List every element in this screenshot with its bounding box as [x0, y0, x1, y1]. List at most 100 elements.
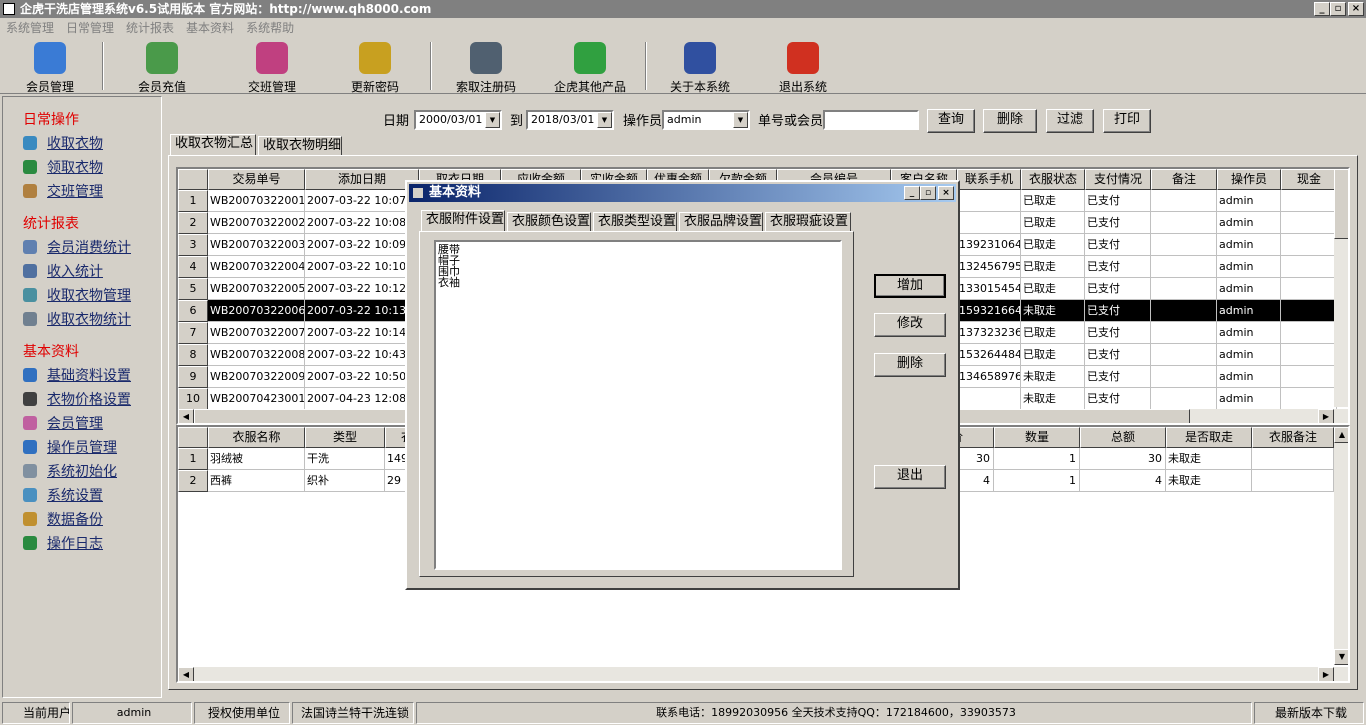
sidebar-item-member-stats[interactable]: 会员消费统计 — [23, 237, 131, 257]
table-cell[interactable]: 15932166489 — [957, 300, 1021, 322]
table-cell[interactable]: WB20070322009 — [208, 366, 305, 388]
table-cell[interactable]: admin — [1217, 344, 1281, 366]
tab-color-settings[interactable]: 衣服颜色设置 — [507, 212, 591, 232]
table-cell[interactable]: WB20070322001 — [208, 190, 305, 212]
table-cell[interactable]: admin — [1217, 256, 1281, 278]
table-cell[interactable]: 已支付 — [1085, 322, 1151, 344]
table-cell[interactable] — [1281, 256, 1337, 278]
table-cell[interactable]: 13923106449 — [957, 234, 1021, 256]
sidebar-item-shift[interactable]: 交班管理 — [23, 181, 103, 201]
operator-select[interactable]: admin ▼ — [662, 110, 750, 130]
table-cell[interactable] — [1151, 366, 1217, 388]
table-cell[interactable] — [1151, 344, 1217, 366]
table-cell[interactable]: WB20070322003 — [208, 234, 305, 256]
tab-type-settings[interactable]: 衣服类型设置 — [593, 212, 677, 232]
table-cell[interactable]: 已取走 — [1021, 322, 1085, 344]
table-cell[interactable]: 2007-03-22 10:13:38 — [305, 300, 419, 322]
dialog-exit-button[interactable]: 退出 — [874, 465, 946, 489]
details-hscroll[interactable]: ◀ ▶ — [178, 667, 1348, 681]
tab-accessory-settings[interactable]: 衣服附件设置 — [421, 210, 505, 232]
menu-help[interactable]: 系统帮助 — [246, 21, 294, 35]
list-item[interactable]: 衣袖 — [438, 277, 460, 288]
table-cell[interactable]: 已取走 — [1021, 212, 1085, 234]
scroll-right-icon[interactable]: ▶ — [1318, 667, 1334, 681]
table-cell[interactable]: 已取走 — [1021, 278, 1085, 300]
table-cell[interactable]: 2007-03-22 10:14:19 — [305, 322, 419, 344]
table-cell[interactable]: 已支付 — [1085, 344, 1151, 366]
table-cell[interactable]: 已支付 — [1085, 190, 1151, 212]
dialog-close-button[interactable]: × — [938, 186, 954, 200]
sidebar-item-system-settings[interactable]: 系统设置 — [23, 485, 103, 505]
minimize-button[interactable]: _ — [1314, 2, 1330, 16]
table-cell[interactable]: 已支付 — [1085, 300, 1151, 322]
table-cell[interactable]: WB20070322008 — [208, 344, 305, 366]
table-cell[interactable]: 已取走 — [1021, 234, 1085, 256]
table-cell[interactable]: WB20070322006 — [208, 300, 305, 322]
toolbar-products-button[interactable]: 企虎其他产品 — [548, 40, 632, 94]
filter-button[interactable]: 过滤 — [1046, 109, 1094, 133]
sidebar-item-system-init[interactable]: 系统初始化 — [23, 461, 117, 481]
table-cell[interactable] — [1151, 300, 1217, 322]
table-cell[interactable]: admin — [1217, 190, 1281, 212]
sidebar-item-operator-manage[interactable]: 操作员管理 — [23, 437, 117, 457]
table-cell[interactable] — [1151, 190, 1217, 212]
row-header[interactable]: 1 — [178, 190, 208, 212]
tab-defect-settings[interactable]: 衣服瑕疵设置 — [765, 212, 851, 232]
row-header[interactable]: 2 — [178, 470, 208, 492]
table-cell[interactable]: 羽绒被 — [208, 448, 305, 470]
table-cell[interactable]: 30 — [1080, 448, 1166, 470]
column-header[interactable]: 数量 — [994, 427, 1080, 448]
column-header[interactable]: 支付情况 — [1085, 169, 1151, 190]
row-header[interactable]: 2 — [178, 212, 208, 234]
table-cell[interactable] — [1151, 322, 1217, 344]
table-cell[interactable]: WB20070423001 — [208, 388, 305, 410]
column-header[interactable]: 现金 — [1281, 169, 1337, 190]
table-cell[interactable]: 13465897610 — [957, 366, 1021, 388]
date-to-picker[interactable]: 2018/03/01 ▼ — [526, 110, 614, 130]
table-cell[interactable]: 13301545456 — [957, 278, 1021, 300]
sidebar-item-price-settings[interactable]: 衣物价格设置 — [23, 389, 131, 409]
sidebar-item-income-stats[interactable]: 收入统计 — [23, 261, 103, 281]
table-cell[interactable]: 2007-03-22 10:50:07 — [305, 366, 419, 388]
table-cell[interactable]: admin — [1217, 322, 1281, 344]
table-cell[interactable]: 织补 — [305, 470, 385, 492]
accessory-list[interactable]: 腰带 帽子 围巾 衣袖 — [434, 240, 842, 570]
table-cell[interactable]: 未取走 — [1021, 300, 1085, 322]
dialog-maximize-button[interactable]: ▫ — [920, 186, 936, 200]
table-cell[interactable]: 2007-04-23 12:08:40 — [305, 388, 419, 410]
table-cell[interactable]: 2007-03-22 10:09:28 — [305, 234, 419, 256]
table-cell[interactable]: admin — [1217, 388, 1281, 410]
table-cell[interactable]: WB20070322002 — [208, 212, 305, 234]
date-from-picker[interactable]: 2000/03/01 ▼ — [414, 110, 502, 130]
print-button[interactable]: 打印 — [1103, 109, 1151, 133]
table-cell[interactable]: 已取走 — [1021, 256, 1085, 278]
menu-reports[interactable]: 统计报表 — [126, 21, 174, 35]
column-header[interactable]: 类型 — [305, 427, 385, 448]
column-header[interactable]: 衣服名称 — [208, 427, 305, 448]
sidebar-item-clothes-stats[interactable]: 收取衣物统计 — [23, 309, 131, 329]
table-cell[interactable]: 1 — [994, 448, 1080, 470]
tab-brand-settings[interactable]: 衣服品牌设置 — [679, 212, 763, 232]
table-cell[interactable]: 已取走 — [1021, 190, 1085, 212]
table-cell[interactable]: 未取走 — [1021, 388, 1085, 410]
table-cell[interactable]: 干洗 — [305, 448, 385, 470]
search-input[interactable] — [823, 110, 919, 130]
row-header[interactable]: 7 — [178, 322, 208, 344]
column-header[interactable]: 操作员 — [1217, 169, 1281, 190]
row-header[interactable]: 8 — [178, 344, 208, 366]
table-cell[interactable] — [1281, 190, 1337, 212]
table-cell[interactable] — [1281, 344, 1337, 366]
chevron-down-icon[interactable]: ▼ — [733, 112, 748, 128]
sidebar-item-clothes-manage[interactable]: 收取衣物管理 — [23, 285, 131, 305]
menu-system[interactable]: 系统管理 — [6, 21, 54, 35]
table-cell[interactable]: 未取走 — [1166, 448, 1252, 470]
row-header[interactable]: 1 — [178, 448, 208, 470]
tab-orders-detail[interactable]: 收取衣物明细 — [258, 136, 342, 156]
sidebar-item-log[interactable]: 操作日志 — [23, 533, 103, 553]
dialog-minimize-button[interactable]: _ — [904, 186, 920, 200]
table-cell[interactable] — [1151, 256, 1217, 278]
edit-button[interactable]: 修改 — [874, 313, 946, 337]
sidebar-item-member-manage[interactable]: 会员管理 — [23, 413, 103, 433]
scroll-thumb[interactable] — [1334, 169, 1348, 239]
latest-version-link[interactable]: 最新版本下载 — [1254, 702, 1364, 724]
